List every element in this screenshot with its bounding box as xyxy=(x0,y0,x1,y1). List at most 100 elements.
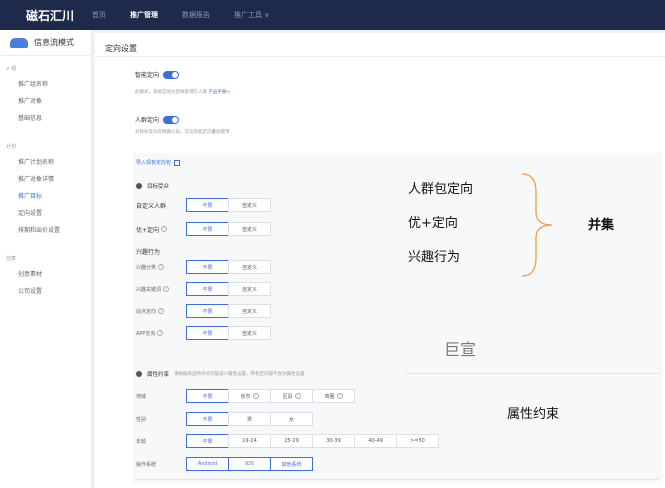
help-icon[interactable]: ? xyxy=(336,393,343,399)
crowd-targeting-toggle[interactable] xyxy=(163,115,180,124)
youplus-label-wrap: 优+定向? xyxy=(136,225,186,234)
annotation-interest: 兴趣行为 xyxy=(408,250,461,265)
app-targeting-unlimited-option[interactable]: 不限 xyxy=(186,326,229,340)
help-icon[interactable]: ? xyxy=(161,226,168,232)
sidebar-item-object-detail[interactable]: 推广对象详情 xyxy=(0,170,91,187)
smart-targeting-label: 智能定向 xyxy=(135,72,160,79)
custom-crowd-unlimited-option[interactable]: 不限 xyxy=(186,198,229,212)
collapse-icon[interactable] xyxy=(136,371,142,377)
interest-category-row: 兴趣分类? 不限 自定义 xyxy=(136,260,271,274)
sidebar-item-plan-name[interactable]: 推广计划名称 xyxy=(0,153,91,170)
sidebar-group-plan: 计划 推广计划名称 推广对象详情 推广目标 定向设置 排期和出价设置 xyxy=(0,126,91,238)
age-19-24-option[interactable]: 19-24 xyxy=(228,434,271,448)
region-district-option[interactable]: 区县? xyxy=(270,389,313,403)
site-targeting-row: 站点定向? 不限 自定义 xyxy=(136,304,271,318)
sidebar-item-creative-material[interactable]: 创意素材 xyxy=(0,265,91,282)
sidebar-item-promo-object[interactable]: 推广对象 xyxy=(0,92,91,109)
title-divider xyxy=(95,56,665,57)
gender-female-option[interactable]: 女 xyxy=(270,412,313,426)
help-icon[interactable]: ? xyxy=(158,264,165,270)
app-logo[interactable]: 磁石汇川 xyxy=(0,0,92,30)
audience-section-header: 目标受众 xyxy=(136,182,169,190)
sidebar-item-schedule-bid[interactable]: 排期和出价设置 xyxy=(0,221,91,238)
cloud-icon xyxy=(10,37,28,48)
region-unlimited-option[interactable]: 不限 xyxy=(186,389,229,403)
sidebar-group-header: 创意 xyxy=(6,256,17,262)
sidebar-group-creative: 创意 创意素材 公司设置 xyxy=(0,238,91,299)
mode-switch[interactable]: 信息流模式 xyxy=(0,30,91,56)
smart-desc-text: 此模式，系统自动为您探索潜在人群 xyxy=(135,90,207,95)
smart-targeting-row: 智能定向 xyxy=(135,70,180,79)
top-navigation-bar: 磁石汇川 首页 推广管理 数据报告 推广工具 ∨ xyxy=(0,0,665,30)
interest-keyword-custom-option[interactable]: 自定义 xyxy=(228,282,271,296)
mode-label: 信息流模式 xyxy=(34,38,74,47)
sidebar-item-group-name[interactable]: 推广组名称 xyxy=(0,75,91,92)
import-package-link[interactable]: 导入现有定向包 xyxy=(136,159,171,166)
import-icon[interactable] xyxy=(174,159,181,166)
help-icon[interactable]: ? xyxy=(163,286,170,292)
site-targeting-label-wrap: 站点定向? xyxy=(136,308,186,315)
interest-behavior-title: 兴趣行为 xyxy=(136,249,161,256)
nav-promotion-management[interactable]: 推广管理 xyxy=(130,10,158,20)
sidebar-group-ad-group: ∨ 组 推广组名称 推广对象 基础信息 xyxy=(0,56,91,126)
app-targeting-custom-option[interactable]: 自定义 xyxy=(228,326,271,340)
nav-data-report[interactable]: 数据报告 xyxy=(182,10,210,20)
help-icon[interactable]: ? xyxy=(294,393,301,399)
interest-category-label-wrap: 兴趣分类? xyxy=(136,264,186,271)
sidebar-item-promo-target[interactable]: 推广目标 xyxy=(0,187,91,204)
app-targeting-label: APP定向 xyxy=(136,330,156,337)
annotation-crowd-package: 人群包定向 xyxy=(408,182,474,197)
interest-keyword-label-wrap: 兴趣关键词? xyxy=(136,286,186,293)
os-android-option[interactable]: Android xyxy=(186,457,229,471)
region-row: 地域 不限 省市? 区县? 商圈? xyxy=(136,389,355,403)
age-40-49-option[interactable]: 40-49 xyxy=(354,434,397,448)
sidebar-item-company-settings[interactable]: 公司设置 xyxy=(0,282,91,299)
age-unlimited-option[interactable]: 不限 xyxy=(186,434,229,448)
interest-category-unlimited-option[interactable]: 不限 xyxy=(186,260,229,274)
age-30-39-option[interactable]: 30-39 xyxy=(312,434,355,448)
interest-keyword-unlimited-option[interactable]: 不限 xyxy=(186,282,229,296)
region-business-option[interactable]: 商圈? xyxy=(312,389,355,403)
custom-crowd-custom-option[interactable]: 自定义 xyxy=(228,198,271,212)
help-icon[interactable]: ? xyxy=(158,308,165,314)
smart-targeting-toggle[interactable] xyxy=(163,70,180,79)
os-ios-option[interactable]: IOS xyxy=(228,457,271,471)
site-targeting-custom-option[interactable]: 自定义 xyxy=(228,304,271,318)
app-targeting-row: APP定向? 不限 自定义 xyxy=(136,326,271,340)
nav-promotion-tools[interactable]: 推广工具 ∨ xyxy=(234,10,269,20)
interest-category-label: 兴趣分类 xyxy=(136,264,157,271)
crowd-targeting-label: 人群定向 xyxy=(135,117,160,124)
page-title: 定向设置 xyxy=(105,44,137,53)
gender-male-option[interactable]: 男 xyxy=(228,412,271,426)
os-other-option[interactable]: 其他系统 xyxy=(270,457,313,471)
interest-category-custom-option[interactable]: 自定义 xyxy=(228,260,271,274)
site-targeting-unlimited-option[interactable]: 不限 xyxy=(186,304,229,318)
site-targeting-label: 站点定向 xyxy=(136,308,157,315)
attr-section-header: 属性约束 请根据商品特点尽可能减少属性设置，所有定向都不会对属性设置 xyxy=(136,370,305,378)
age-25-29-option[interactable]: 25-29 xyxy=(270,434,313,448)
sidebar-item-targeting[interactable]: 定向设置 xyxy=(0,204,91,221)
product-manual-link[interactable]: 产品手册> xyxy=(208,90,230,95)
orange-brace-icon xyxy=(521,173,553,277)
help-icon[interactable]: ? xyxy=(157,330,164,336)
gender-unlimited-option[interactable]: 不限 xyxy=(186,412,229,426)
sidebar-group-header: 计划 xyxy=(6,144,17,150)
bottom-divider xyxy=(136,479,659,480)
youplus-custom-option[interactable]: 自定义 xyxy=(228,222,271,236)
sidebar-group-header[interactable]: ∨ 组 xyxy=(0,62,91,75)
region-province-option[interactable]: 省市? xyxy=(228,389,271,403)
youplus-label: 优+定向 xyxy=(136,226,160,234)
app-targeting-label-wrap: APP定向? xyxy=(136,330,186,337)
nav-home[interactable]: 首页 xyxy=(92,10,106,20)
smart-targeting-desc: 此模式，系统自动为您探索潜在人群 产品手册> xyxy=(135,89,230,95)
main-content: 定向设置 智能定向 此模式，系统自动为您探索潜在人群 产品手册> 人群定向 对目… xyxy=(95,33,665,488)
attr-divider xyxy=(405,373,660,374)
age-50-plus-option[interactable]: >=50 xyxy=(396,434,439,448)
collapse-icon[interactable] xyxy=(136,183,142,189)
youplus-unlimited-option[interactable]: 不限 xyxy=(186,222,229,236)
sidebar-item-basic-info[interactable]: 基础信息 xyxy=(0,109,91,126)
sidebar: 信息流模式 ∨ 组 推广组名称 推广对象 基础信息 计划 推广计划名称 推广对象… xyxy=(0,30,92,488)
watermark: 巨宣 xyxy=(444,340,477,359)
crowd-targeting-desc: 对目标受众有精确认知，可与智能定向叠加使用 xyxy=(135,130,230,135)
help-icon[interactable]: ? xyxy=(252,393,259,399)
